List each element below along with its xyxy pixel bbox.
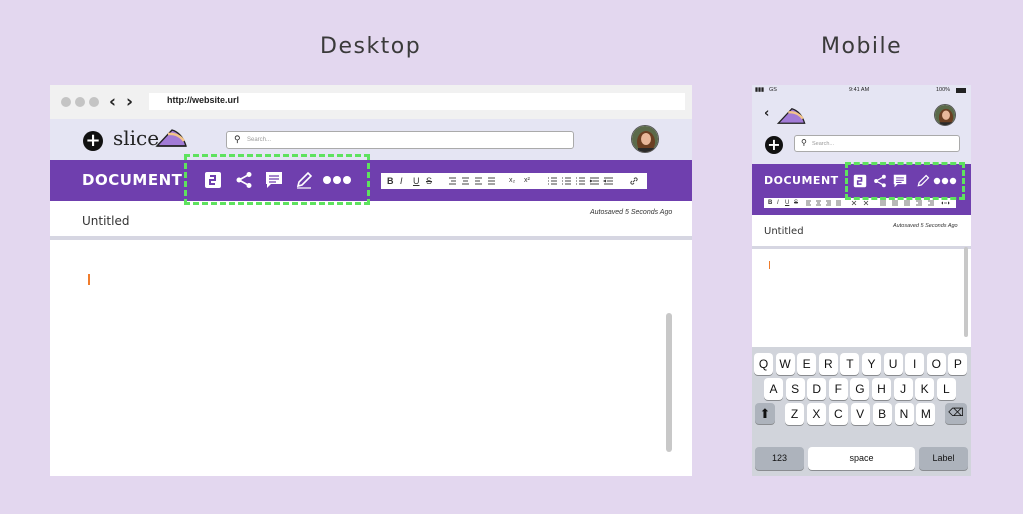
key-x[interactable]: X: [806, 403, 826, 425]
key-w[interactable]: W: [775, 353, 795, 375]
carrier-label: GS: [769, 87, 777, 93]
autosave-status: Autosaved 5 Seconds Ago: [893, 223, 958, 229]
document-name[interactable]: Untitled: [82, 214, 129, 228]
back-arrow-icon[interactable]: ‹: [109, 92, 116, 112]
key-f[interactable]: F: [828, 378, 848, 400]
key-m[interactable]: M: [916, 403, 936, 425]
desktop-browser-window: ‹ › http://website.url + slice ⚲ Search.…: [50, 85, 692, 476]
document-scrollbar[interactable]: [964, 247, 968, 337]
text-cursor: [88, 274, 90, 285]
app-header: + slice ⚲ Search...: [50, 119, 692, 160]
key-l[interactable]: L: [936, 378, 956, 400]
bold-button[interactable]: B: [387, 173, 394, 189]
backspace-key-icon[interactable]: ⌫: [945, 403, 967, 424]
window-maximize-dot[interactable]: [89, 97, 99, 107]
bold-button[interactable]: B: [768, 198, 772, 208]
pie-logo-icon: [776, 108, 806, 124]
key-q[interactable]: Q: [754, 353, 773, 375]
key-h[interactable]: H: [872, 378, 891, 400]
key-z[interactable]: Z: [785, 403, 804, 425]
header-divider: [50, 236, 692, 240]
search-input[interactable]: ⚲ Search...: [794, 135, 960, 152]
key-y[interactable]: Y: [862, 353, 881, 375]
mobile-header: ‹ + ⚲ Search...: [752, 98, 971, 164]
key-c[interactable]: C: [828, 403, 848, 425]
numbers-key[interactable]: 123: [755, 447, 804, 470]
add-icon[interactable]: +: [765, 136, 783, 154]
signal-icon: ▮▮▮: [755, 87, 765, 93]
status-time: 9:41 AM: [849, 87, 870, 93]
onscreen-keyboard: QWERTYUIOP ASDFGHJKL ZXCVBNM ⬆ ⌫ 123 spa…: [752, 347, 971, 476]
key-k[interactable]: K: [915, 378, 935, 400]
key-n[interactable]: N: [894, 403, 914, 425]
key-v[interactable]: V: [850, 403, 870, 425]
toolbar-highlight-box: [184, 154, 370, 205]
search-icon: ⚲: [801, 138, 807, 147]
document-title: DOCUMENT: [82, 171, 183, 189]
format-icons[interactable]: [804, 200, 952, 206]
key-t[interactable]: T: [840, 353, 860, 375]
underline-button[interactable]: U: [413, 173, 420, 189]
toolbar-highlight-box: [845, 162, 965, 200]
search-placeholder: Search...: [812, 141, 835, 147]
document-title: DOCUMENT: [764, 174, 839, 187]
add-icon[interactable]: +: [83, 131, 103, 151]
status-bar: ▮▮▮ GS 9:41 AM 100%: [752, 85, 971, 98]
strikethrough-button[interactable]: S: [426, 173, 432, 189]
window-minimize-dot[interactable]: [75, 97, 85, 107]
list-icons[interactable]: [547, 176, 617, 186]
key-r[interactable]: R: [818, 353, 838, 375]
key-u[interactable]: U: [883, 353, 903, 375]
shift-key-icon[interactable]: ⬆: [755, 403, 775, 424]
document-toolbar: DOCUMENT B I U S x₂ x²: [50, 160, 692, 201]
format-toolbar: B I U S x₂ x²: [381, 173, 647, 189]
label-key[interactable]: Label: [919, 447, 968, 470]
logo-text: slice: [113, 126, 160, 150]
user-avatar[interactable]: [934, 104, 956, 126]
browser-toolbar: ‹ › http://website.url: [50, 85, 692, 119]
document-scrollbar[interactable]: [666, 313, 672, 452]
user-avatar[interactable]: [631, 125, 659, 153]
key-g[interactable]: G: [850, 378, 870, 400]
underline-button[interactable]: U: [785, 198, 789, 208]
header-divider: [752, 246, 971, 249]
search-placeholder: Search...: [247, 137, 272, 143]
battery-icon: [956, 88, 966, 93]
autosave-status: Autosaved 5 Seconds Ago: [590, 209, 673, 216]
desktop-heading: Desktop: [320, 34, 422, 59]
forward-arrow-icon[interactable]: ›: [126, 92, 133, 112]
key-i[interactable]: I: [905, 353, 925, 375]
key-e[interactable]: E: [797, 353, 817, 375]
space-key[interactable]: space: [808, 447, 915, 470]
key-o[interactable]: O: [926, 353, 946, 375]
search-icon: ⚲: [234, 134, 241, 144]
search-input[interactable]: ⚲ Search...: [226, 131, 574, 149]
link-icon[interactable]: [629, 176, 639, 186]
superscript-button[interactable]: x²: [524, 173, 530, 189]
key-a[interactable]: A: [764, 378, 783, 400]
mobile-heading: Mobile: [821, 34, 903, 59]
back-arrow-icon[interactable]: ‹: [764, 106, 769, 121]
avatar-image: [935, 105, 955, 125]
document-name[interactable]: Untitled: [764, 226, 804, 237]
url-bar[interactable]: http://website.url: [149, 93, 685, 110]
align-icons[interactable]: [447, 176, 497, 186]
key-s[interactable]: S: [785, 378, 805, 400]
key-p[interactable]: P: [948, 353, 968, 375]
italic-button[interactable]: I: [400, 173, 403, 189]
key-b[interactable]: B: [872, 403, 892, 425]
battery-percent: 100%: [936, 87, 951, 93]
mobile-phone-screen: ▮▮▮ GS 9:41 AM 100% ‹ + ⚲ Search... DOCU…: [752, 85, 971, 476]
italic-button[interactable]: I: [777, 198, 779, 208]
subscript-button[interactable]: x₂: [509, 173, 515, 189]
pie-logo-icon: [155, 129, 187, 147]
window-close-dot[interactable]: [61, 97, 71, 107]
strikethrough-button[interactable]: S: [794, 198, 798, 208]
key-d[interactable]: D: [807, 378, 827, 400]
avatar-image: [632, 126, 658, 152]
key-j[interactable]: J: [893, 378, 913, 400]
text-cursor: [769, 261, 771, 269]
